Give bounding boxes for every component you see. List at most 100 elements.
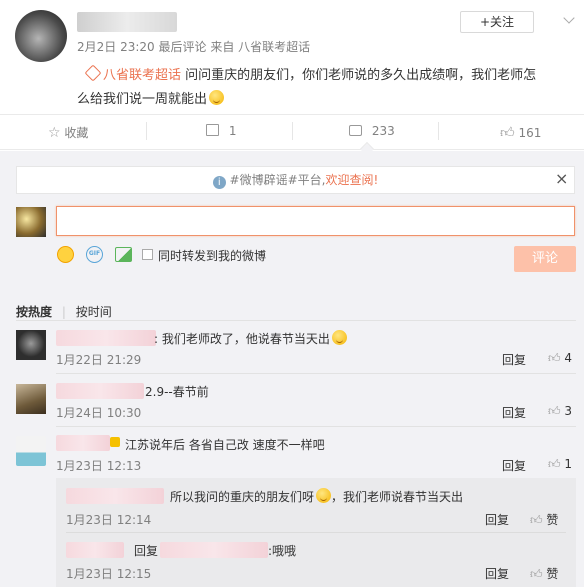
replier-name-blurred[interactable] bbox=[66, 542, 124, 558]
thumbs-up-icon: 👍︎ bbox=[530, 567, 543, 581]
post-meta: 2月2日 23:20 最后评论 来自 八省联考超话 bbox=[77, 38, 310, 55]
comment-avatar[interactable] bbox=[16, 384, 46, 414]
emoji-icon[interactable] bbox=[57, 246, 74, 263]
comment-count: 233 bbox=[371, 124, 395, 138]
sort-divider: | bbox=[61, 305, 66, 319]
reply-prefix: 回复 bbox=[134, 544, 159, 558]
comment-like-count: 4 bbox=[564, 351, 573, 365]
sort-by-hot[interactable]: 按热度 bbox=[16, 305, 52, 319]
reply-text-body: :哦哦 bbox=[268, 544, 297, 558]
like-count: 161 bbox=[518, 126, 542, 140]
repost-checkbox-label[interactable]: 同时转发到我的微博 bbox=[158, 247, 266, 264]
author-avatar[interactable] bbox=[15, 10, 67, 62]
reply-text-part1: 所以我问的重庆的朋友们呀 bbox=[170, 490, 315, 504]
reply-divider bbox=[66, 532, 566, 533]
reply-like-label: 赞 bbox=[546, 513, 559, 527]
reply-time: 1月23日 12:15 bbox=[66, 567, 152, 581]
divider bbox=[438, 122, 439, 140]
comment-reply-button[interactable]: 回复 bbox=[502, 351, 526, 368]
repost-checkbox[interactable] bbox=[142, 249, 153, 260]
reply-like-label: 赞 bbox=[546, 567, 559, 581]
sort-by-time[interactable]: 按时间 bbox=[76, 305, 112, 319]
reply-text: 回复 bbox=[134, 542, 158, 559]
thumbs-up-icon: 👍︎ bbox=[548, 351, 561, 365]
comment-text: 2.9--春节前 bbox=[145, 383, 209, 400]
user-avatar bbox=[16, 207, 46, 237]
follow-label: +关注 bbox=[479, 15, 515, 29]
image-icon[interactable] bbox=[115, 247, 132, 262]
notice-link[interactable]: 欢迎查阅! bbox=[325, 173, 378, 187]
comment-like-count: 3 bbox=[564, 404, 573, 418]
reply-time: 1月23日 12:14 bbox=[66, 513, 152, 527]
thumbs-up-icon: 👍︎ bbox=[548, 457, 561, 471]
chevron-down-icon[interactable] bbox=[563, 12, 575, 24]
commenter-name-blurred[interactable] bbox=[56, 383, 144, 399]
comment-time: 1月24日 10:30 bbox=[56, 406, 142, 420]
comment-like-button[interactable]: 👍︎ 3 bbox=[548, 404, 572, 419]
smile-emoji-icon bbox=[331, 330, 347, 345]
reply-reply-button[interactable]: 回复 bbox=[485, 511, 509, 528]
thumbs-up-icon: 👍︎ bbox=[530, 513, 543, 527]
reply-text-body-wrap: :哦哦 bbox=[268, 542, 296, 559]
smile-emoji-icon bbox=[209, 90, 225, 105]
comment-button[interactable]: 233 bbox=[349, 124, 395, 138]
info-icon: i bbox=[212, 176, 226, 189]
submit-comment-button[interactable]: 评论 bbox=[514, 246, 576, 272]
replier-name-blurred[interactable] bbox=[66, 488, 164, 504]
reply-reply-button[interactable]: 回复 bbox=[485, 565, 509, 582]
comment-time: 1月22日 21:29 bbox=[56, 353, 142, 367]
comment-text-body: : 我们老师改了，他说春节当天出 bbox=[154, 332, 330, 346]
comment-icon bbox=[349, 125, 362, 136]
comment-reply-button[interactable]: 回复 bbox=[502, 457, 526, 474]
divider bbox=[146, 122, 147, 140]
reply-text: 所以我问的重庆的朋友们呀 ，我们老师说春节当天出 bbox=[170, 488, 463, 505]
rumor-notice: i #微博辟谣#平台,欢迎查阅! bbox=[16, 166, 575, 194]
post-content-line2-wrap: 么给我们说一周就能出 bbox=[77, 88, 225, 112]
thumbs-up-icon: 👍︎ bbox=[548, 404, 561, 418]
topic-tag-link[interactable]: 八省联考超话 bbox=[103, 68, 181, 83]
comment-divider bbox=[56, 373, 576, 374]
comment-avatar[interactable] bbox=[16, 330, 46, 360]
laugh-emoji-icon bbox=[316, 488, 332, 503]
divider bbox=[292, 122, 293, 140]
post-timestamp[interactable]: 2月2日 23:20 bbox=[77, 40, 155, 54]
commenter-name-blurred[interactable] bbox=[56, 435, 110, 451]
comment-text: : 我们老师改了，他说春节当天出 bbox=[154, 330, 347, 347]
comment-text: 江苏说年后 各省自己改 速度不一样吧 bbox=[125, 436, 325, 453]
repost-count: 1 bbox=[228, 124, 237, 138]
comment-divider bbox=[56, 426, 576, 427]
submit-comment-label: 评论 bbox=[531, 251, 558, 266]
follow-button[interactable]: +关注 bbox=[460, 11, 534, 33]
comment-text-body: 江苏说年后 各省自己改 速度不一样吧 bbox=[125, 438, 325, 452]
repost-button[interactable]: 1 bbox=[206, 124, 236, 138]
post-content-line1: 问问重庆的朋友们，你们老师说的多久出成绩啊，我们老师怎 bbox=[185, 68, 537, 83]
star-icon: ☆ bbox=[48, 125, 61, 141]
comment-input[interactable] bbox=[56, 206, 575, 236]
gif-icon[interactable]: GIF bbox=[86, 246, 103, 263]
reply-like-button[interactable]: 👍︎ 赞 bbox=[530, 511, 558, 528]
repost-icon bbox=[206, 124, 219, 136]
post-meta-suffix: 最后评论 来自 八省联考超话 bbox=[158, 40, 311, 54]
comment-text-body: 2.9--春节前 bbox=[145, 385, 209, 399]
post-content: 八省联考超话 问问重庆的朋友们，你们老师说的多久出成绩啊，我们老师怎 bbox=[84, 64, 577, 88]
commenter-name-blurred[interactable] bbox=[56, 330, 156, 346]
post-content-line2: 么给我们说一周就能出 bbox=[77, 92, 208, 107]
comment-like-count: 1 bbox=[564, 457, 573, 471]
favorite-button[interactable]: ☆ 收藏 bbox=[48, 124, 88, 141]
reply-target-blurred[interactable] bbox=[160, 542, 268, 558]
sort-underline bbox=[16, 320, 576, 321]
thumbs-up-icon: 👍︎ bbox=[500, 125, 515, 141]
comment-like-button[interactable]: 👍︎ 4 bbox=[548, 351, 572, 366]
verified-badge-icon bbox=[110, 437, 120, 447]
sort-bar: 按热度 | 按时间 bbox=[16, 303, 112, 320]
comment-time: 1月23日 12:13 bbox=[56, 459, 142, 473]
favorite-label: 收藏 bbox=[64, 126, 89, 140]
comment-like-button[interactable]: 👍︎ 1 bbox=[548, 457, 572, 472]
close-icon[interactable]: × bbox=[555, 170, 568, 188]
reply-like-button[interactable]: 👍︎ 赞 bbox=[530, 565, 558, 582]
topic-icon bbox=[84, 64, 102, 82]
comment-reply-button[interactable]: 回复 bbox=[502, 404, 526, 421]
comment-avatar[interactable] bbox=[16, 436, 46, 466]
like-button[interactable]: 👍︎ 161 bbox=[500, 124, 541, 141]
author-name-blurred[interactable] bbox=[77, 12, 177, 32]
